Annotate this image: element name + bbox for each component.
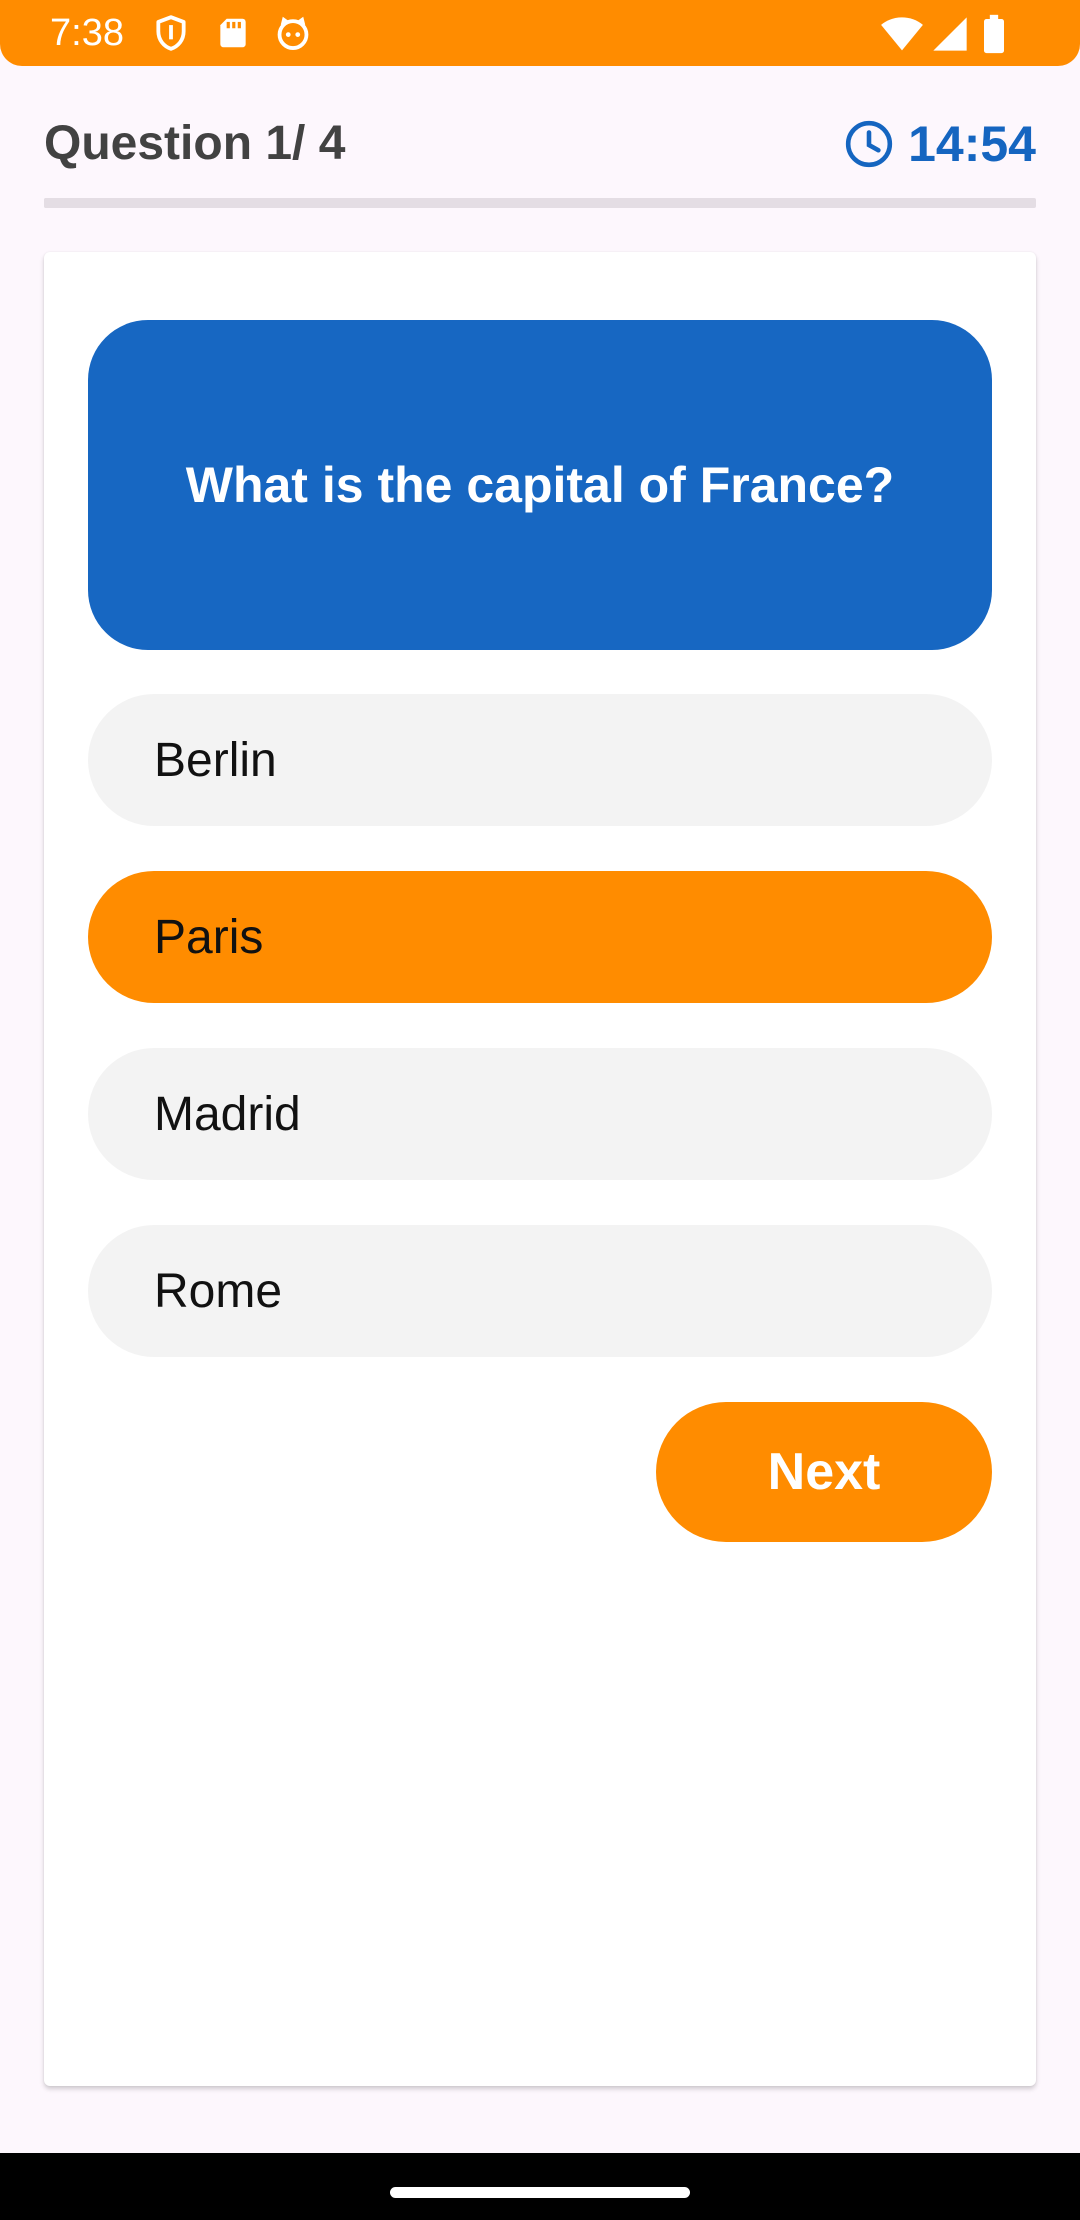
option-berlin[interactable]: Berlin bbox=[88, 694, 992, 826]
timer: 14:54 bbox=[844, 112, 1036, 176]
home-gesture-handle[interactable] bbox=[390, 2187, 690, 2198]
battery-icon bbox=[980, 14, 1008, 54]
progress-bar bbox=[44, 198, 1036, 208]
timer-value: 14:54 bbox=[908, 116, 1036, 172]
option-rome[interactable]: Rome bbox=[88, 1225, 992, 1357]
status-bar: 7:38 bbox=[0, 0, 1080, 66]
question-counter: Question 1/ 4 bbox=[44, 117, 346, 170]
progress-fill bbox=[44, 198, 292, 208]
sd-card-icon bbox=[214, 14, 252, 52]
option-paris[interactable]: Paris bbox=[88, 871, 992, 1003]
option-label: Madrid bbox=[154, 1087, 301, 1141]
option-label: Paris bbox=[154, 910, 264, 964]
next-button-label: Next bbox=[767, 1443, 881, 1501]
option-madrid[interactable]: Madrid bbox=[88, 1048, 992, 1180]
cell-signal-icon bbox=[930, 14, 970, 54]
question-text: What is the capital of France? bbox=[185, 457, 895, 513]
next-button[interactable]: Next bbox=[656, 1402, 992, 1542]
option-label: Rome bbox=[154, 1264, 283, 1318]
clock-icon bbox=[844, 119, 894, 169]
quiz-card: What is the capital of France? Berlin Pa… bbox=[44, 252, 1036, 2086]
option-label: Berlin bbox=[154, 733, 277, 787]
cat-face-icon bbox=[274, 14, 312, 52]
shield-icon bbox=[152, 14, 190, 52]
status-time: 7:38 bbox=[50, 12, 124, 54]
question-box: What is the capital of France? bbox=[88, 320, 992, 650]
navigation-bar bbox=[0, 2153, 1080, 2220]
wifi-icon bbox=[880, 14, 924, 54]
